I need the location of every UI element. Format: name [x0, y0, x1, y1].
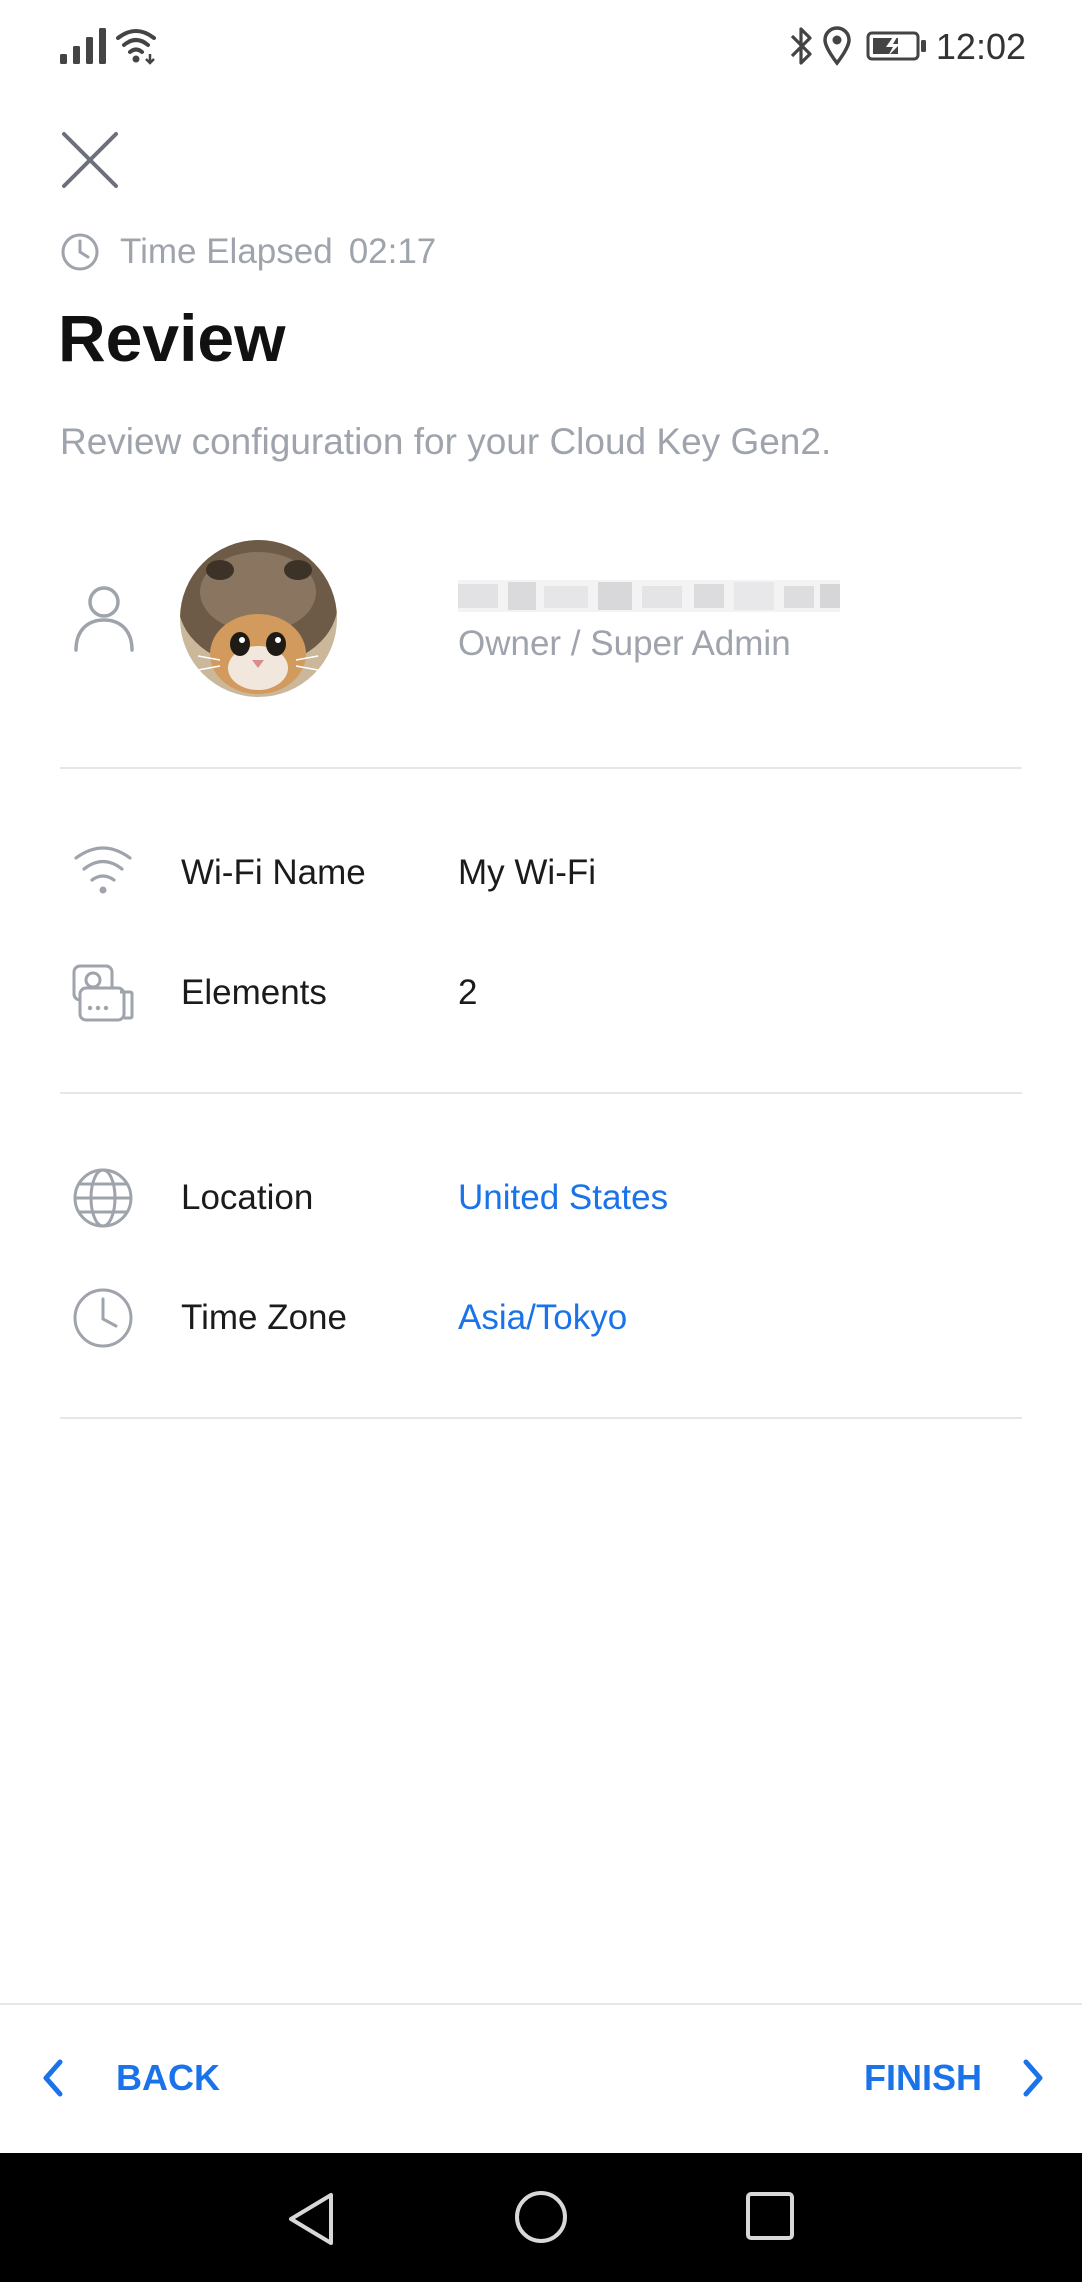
back-button-label: BACK	[116, 2057, 220, 2098]
location-value-link[interactable]: United States	[458, 1176, 668, 1220]
divider	[60, 767, 1022, 769]
clock-icon	[73, 1288, 133, 1348]
location-label: Location	[181, 1178, 314, 1217]
finish-button[interactable]: FINISH	[864, 2048, 1046, 2108]
location-status-icon	[823, 26, 851, 66]
chevron-right-icon	[1023, 2059, 1043, 2097]
wifi-name-value: My Wi-Fi	[458, 853, 597, 892]
time-elapsed-label: Time Elapsed	[120, 232, 333, 271]
kitten-avatar-image	[180, 540, 337, 697]
close-icon	[62, 132, 118, 188]
battery-charging-icon	[866, 31, 926, 61]
wifi-status-icon	[116, 29, 156, 65]
clock-icon	[61, 233, 99, 271]
wifi-name-label: Wi-Fi Name	[181, 853, 366, 892]
divider	[60, 1417, 1022, 1419]
finish-button-label: FINISH	[863, 2057, 982, 2098]
chevron-left-icon	[43, 2059, 63, 2097]
page-title: Review	[58, 301, 286, 375]
elements-label: Elements	[181, 973, 327, 1012]
bluetooth-icon	[790, 27, 812, 65]
time-elapsed-value: 02:17	[348, 232, 437, 271]
elements-value: 2	[458, 973, 478, 1012]
divider	[60, 1092, 1022, 1094]
time-elapsed: Time Elapsed 02:17	[60, 232, 436, 272]
avatar	[180, 540, 337, 697]
nav-recents-icon[interactable]	[745, 2191, 795, 2241]
wifi-icon	[74, 846, 132, 894]
user-icon	[74, 586, 134, 652]
timezone-label: Time Zone	[181, 1298, 347, 1337]
nav-back-icon[interactable]	[285, 2191, 337, 2247]
pixelated-name-block	[458, 580, 840, 612]
owner-name-redacted	[458, 580, 840, 612]
page-subtitle: Review configuration for your Cloud Key …	[60, 421, 832, 462]
devices-icon	[72, 964, 134, 1022]
system-navigation-bar	[0, 2153, 1082, 2282]
status-bar: 12:02	[0, 0, 1082, 96]
globe-icon	[73, 1168, 133, 1228]
back-button[interactable]: BACK	[40, 2048, 220, 2108]
close-button[interactable]	[58, 128, 122, 192]
nav-home-icon[interactable]	[513, 2189, 569, 2245]
owner-role: Owner / Super Admin	[458, 624, 791, 663]
timezone-value-link[interactable]: Asia/Tokyo	[458, 1296, 627, 1340]
cellular-signal-icon	[60, 28, 106, 64]
status-time: 12:02	[935, 26, 1026, 67]
